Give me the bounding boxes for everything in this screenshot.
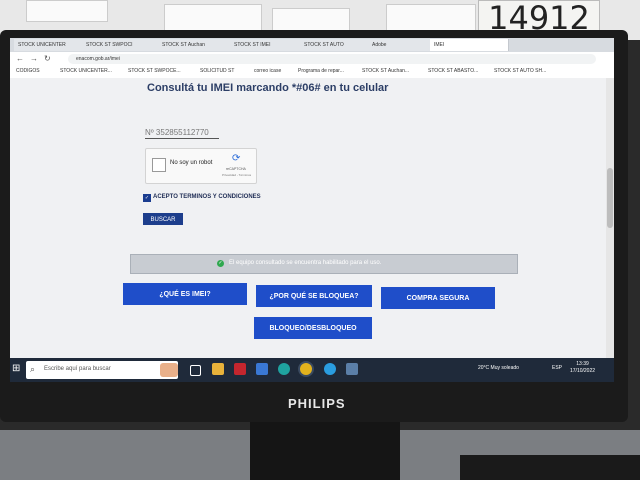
sticker-label bbox=[386, 4, 476, 32]
check-circle-icon: ✓ bbox=[217, 260, 224, 267]
block-unblock-button[interactable]: BLOQUEO/DESBLOQUEO bbox=[254, 317, 372, 339]
bookmark-item[interactable]: STOCK ST Auchan... bbox=[362, 68, 409, 74]
bookmark-item[interactable]: correo icase bbox=[254, 68, 281, 74]
app-icon[interactable] bbox=[324, 363, 336, 375]
sticker-label bbox=[164, 4, 262, 32]
page-scrollbar[interactable] bbox=[606, 78, 614, 358]
taskbar-search-box[interactable]: ⌕ Escribe aquí para buscar bbox=[26, 361, 178, 379]
clock-date: 17/10/2022 bbox=[570, 368, 596, 374]
browser-tab[interactable]: STOCK ST Auchan bbox=[158, 39, 233, 51]
desk-object bbox=[460, 455, 640, 480]
recaptcha-logo-icon: ⟳ bbox=[232, 153, 241, 164]
bookmark-item[interactable]: CODIGOS bbox=[16, 68, 40, 74]
url-field[interactable]: enacom.gob.ar/imei bbox=[68, 54, 596, 64]
page-content bbox=[10, 78, 606, 358]
reload-icon[interactable]: ↻ bbox=[44, 54, 51, 63]
browser-tab[interactable]: Adobe bbox=[368, 39, 433, 51]
bookmark-item[interactable]: STOCK ST ABASTO... bbox=[428, 68, 478, 74]
windows-start-icon[interactable]: ⊞ bbox=[12, 363, 24, 375]
why-blocked-button[interactable]: ¿POR QUÉ SE BLOQUEA? bbox=[256, 285, 372, 307]
monitor-stand bbox=[250, 422, 400, 480]
browser-tab-active[interactable]: IMEI bbox=[430, 39, 509, 51]
bookmark-item[interactable]: STOCK ST SWPOCE... bbox=[128, 68, 181, 74]
terms-checkbox[interactable]: ✓ bbox=[143, 194, 151, 202]
weather-status[interactable]: 20°C Muy soleado bbox=[478, 365, 519, 371]
browser-tab[interactable]: STOCK UNICENTER bbox=[14, 39, 85, 51]
sticker-label bbox=[26, 0, 108, 22]
scrollbar-thumb[interactable] bbox=[607, 168, 613, 228]
bookmark-item[interactable]: SOLICITUD ST bbox=[200, 68, 234, 74]
forward-icon[interactable]: → bbox=[30, 54, 38, 63]
monitor-brand-logo: PHILIPS bbox=[288, 396, 346, 411]
app-icon[interactable] bbox=[346, 363, 358, 375]
address-bar: ← → ↻ enacom.gob.ar/imei bbox=[10, 52, 614, 66]
bookmark-item[interactable]: STOCK ST AUTO SH... bbox=[494, 68, 546, 74]
chrome-icon[interactable] bbox=[300, 363, 312, 375]
result-banner: ✓ El equipo consultado se encuentra habi… bbox=[130, 254, 518, 274]
safe-purchase-button[interactable]: COMPRA SEGURA bbox=[381, 287, 495, 309]
what-is-imei-button[interactable]: ¿QUÉ ES IMEI? bbox=[123, 283, 247, 305]
back-icon[interactable]: ← bbox=[16, 54, 24, 63]
recaptcha-widget: No soy un robot ⟳ reCAPTCHA Privacidad -… bbox=[145, 148, 257, 184]
task-view-icon[interactable] bbox=[190, 365, 201, 376]
browser-tab[interactable]: STOCK ST AUTO bbox=[300, 39, 371, 51]
edge-icon[interactable] bbox=[278, 363, 290, 375]
windows-taskbar: ⊞ ⌕ Escribe aquí para buscar 20°C Muy so… bbox=[10, 358, 614, 382]
taskbar-clock[interactable]: 13:39 17/10/2022 bbox=[570, 361, 595, 375]
search-button[interactable]: BUSCAR bbox=[143, 213, 183, 225]
recaptcha-label: No soy un robot bbox=[170, 160, 213, 166]
bookmark-item[interactable]: STOCK UNICENTER... bbox=[60, 68, 112, 74]
browser-tab-bar: STOCK UNICENTER STOCK ST SWPOCI STOCK ST… bbox=[10, 38, 614, 52]
file-explorer-icon[interactable] bbox=[212, 363, 224, 375]
recaptcha-checkbox[interactable] bbox=[152, 158, 166, 172]
result-message: El equipo consultado se encuentra habili… bbox=[229, 260, 382, 266]
browser-tab[interactable]: STOCK ST IMEI bbox=[230, 39, 303, 51]
taskbar-search-placeholder: Escribe aquí para buscar bbox=[44, 366, 111, 372]
imei-input[interactable] bbox=[145, 126, 219, 139]
recaptcha-brand: reCAPTCHA bbox=[226, 167, 246, 171]
browser-tab[interactable]: STOCK ST SWPOCI bbox=[82, 39, 161, 51]
clock-time: 13:39 bbox=[576, 361, 589, 367]
recaptcha-links[interactable]: Privacidad - Términos bbox=[222, 173, 251, 177]
language-indicator[interactable]: ESP bbox=[552, 365, 562, 371]
terms-label: ACEPTO TERMINOS Y CONDICIONES bbox=[153, 194, 261, 200]
store-icon[interactable] bbox=[256, 363, 268, 375]
page-title: Consultá tu IMEI marcando *#06# en tu ce… bbox=[147, 82, 389, 94]
search-icon: ⌕ bbox=[30, 364, 36, 374]
bookmark-item[interactable]: Programa de repar... bbox=[298, 68, 344, 74]
adobe-icon[interactable] bbox=[234, 363, 246, 375]
monitor-screen: STOCK UNICENTER STOCK ST SWPOCI STOCK ST… bbox=[10, 38, 614, 382]
search-highlight-image bbox=[160, 363, 178, 377]
